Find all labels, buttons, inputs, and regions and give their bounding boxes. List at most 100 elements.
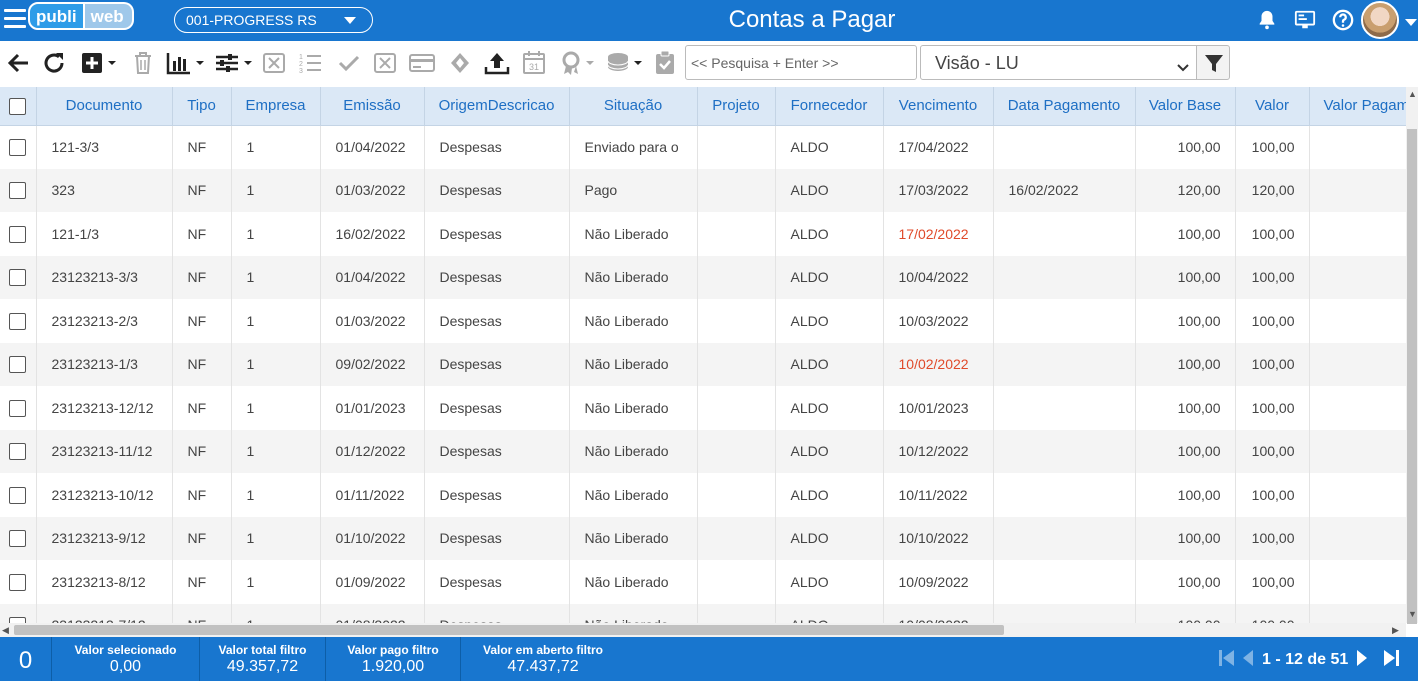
logo[interactable]: publi web [28, 2, 134, 34]
cell-valor-pagamento [1309, 386, 1406, 430]
cell-data-pagamento: 16/02/2022 [993, 168, 1136, 212]
prev-page-icon[interactable] [1242, 648, 1254, 673]
row-checkbox[interactable] [0, 473, 37, 517]
chart-icon[interactable] [166, 49, 208, 77]
upload-icon[interactable] [483, 49, 511, 77]
add-icon[interactable] [80, 49, 118, 77]
cell-documento: 23123213-3/3 [36, 255, 173, 299]
row-checkbox[interactable] [0, 125, 37, 169]
chevron-down-icon[interactable] [1405, 19, 1417, 26]
vision-select[interactable]: Visão - LU [920, 45, 1197, 80]
column-header[interactable]: Projeto [697, 87, 776, 126]
column-header[interactable]: Tipo [172, 87, 232, 126]
column-header[interactable]: Empresa [231, 87, 321, 126]
cell-vencimento: 10/01/2023 [883, 386, 994, 430]
column-header[interactable]: Vencimento [883, 87, 994, 126]
column-header[interactable]: Valor [1235, 87, 1310, 126]
scroll-down-icon[interactable]: ▼ [1408, 609, 1417, 619]
company-select[interactable]: 001-PROGRESS RS [174, 7, 373, 33]
table-row[interactable]: 23123213-8/12 NF 1 01/09/2022 Despesas Não Li… [0, 560, 1406, 604]
credit-card-icon[interactable] [408, 49, 436, 77]
table-row[interactable]: 23123213-11/12 NF 1 01/12/2022 Despesas Não L… [0, 429, 1406, 473]
cell-fornecedor: ALDO [775, 473, 884, 517]
cell-origem: Despesas [424, 299, 570, 343]
row-checkbox[interactable] [0, 212, 37, 256]
table-row[interactable]: 23123213-10/12 NF 1 01/11/2022 Despesas Não L… [0, 473, 1406, 517]
cell-emissao: 01/09/2022 [320, 560, 425, 604]
svg-text:1: 1 [299, 54, 303, 61]
table-row[interactable]: 23123213-2/3 NF 1 01/03/2022 Despesas Não Lib… [0, 299, 1406, 343]
row-checkbox[interactable] [0, 386, 37, 430]
column-header[interactable]: Valor Pagamento [1309, 87, 1406, 126]
bell-icon[interactable] [1256, 9, 1278, 31]
row-checkbox[interactable] [0, 560, 37, 604]
search-placeholder: << Pesquisa + Enter >> [691, 55, 839, 71]
row-checkbox[interactable] [0, 603, 37, 623]
check-icon[interactable] [337, 49, 361, 77]
cell-vencimento: 17/02/2022 [883, 212, 994, 256]
table-row[interactable]: 23123213-12/12 NF 1 01/01/2023 Despesas Não L… [0, 386, 1406, 430]
diamond-icon[interactable] [448, 49, 472, 77]
cell-documento: 23123213-11/12 [36, 429, 173, 473]
back-arrow-icon[interactable] [6, 49, 30, 77]
row-checkbox[interactable] [0, 516, 37, 560]
table-row[interactable]: 23123213-1/3 NF 1 09/02/2022 Despesas Não Lib… [0, 342, 1406, 386]
select-all-checkbox[interactable] [0, 87, 37, 126]
next-page-icon[interactable] [1356, 648, 1368, 673]
row-checkbox[interactable] [0, 429, 37, 473]
table-row[interactable]: 121-1/3 NF 1 16/02/2022 Despesas Não Liberado… [0, 212, 1406, 256]
row-checkbox[interactable] [0, 255, 37, 299]
row-checkbox[interactable] [0, 299, 37, 343]
menu-icon[interactable] [4, 9, 26, 29]
cell-tipo: NF [172, 125, 232, 169]
search-input[interactable]: << Pesquisa + Enter >> [685, 45, 917, 80]
cell-tipo: NF [172, 255, 232, 299]
table-row[interactable]: 23123213-9/12 NF 1 01/10/2022 Despesas Não Li… [0, 516, 1406, 560]
trash-icon[interactable] [133, 49, 153, 77]
clipboard-check-icon[interactable] [653, 49, 677, 77]
cell-projeto [697, 386, 776, 430]
filter-button[interactable] [1196, 45, 1230, 80]
column-header[interactable]: Documento [36, 87, 173, 126]
pagination-text: 1 - 12 de 51 [1262, 651, 1349, 668]
column-header[interactable]: Fornecedor [775, 87, 884, 126]
table-row[interactable]: 121-3/3 NF 1 01/04/2022 Despesas Enviado para… [0, 125, 1406, 169]
numbered-list-icon[interactable]: 123 [299, 49, 323, 77]
cell-situacao: Não Liberado [569, 299, 698, 343]
first-page-icon[interactable] [1218, 648, 1236, 673]
vertical-scrollbar[interactable]: ▲ ▼ [1406, 87, 1418, 624]
sliders-icon[interactable] [214, 49, 256, 77]
monitor-icon[interactable] [1294, 9, 1316, 31]
last-page-icon[interactable] [1382, 648, 1400, 673]
table-row[interactable]: 323 NF 1 01/03/2022 Despesas Pago ALDO 17/03/20… [0, 168, 1406, 212]
horizontal-scroll-thumb[interactable] [14, 625, 1004, 635]
table-row[interactable]: 23123213-3/3 NF 1 01/04/2022 Despesas Não Lib… [0, 255, 1406, 299]
column-header[interactable]: Valor Base [1135, 87, 1236, 126]
cell-tipo: NF [172, 516, 232, 560]
help-icon[interactable] [1332, 9, 1354, 31]
cell-projeto [697, 603, 776, 623]
calendar-icon[interactable]: 31 [522, 49, 546, 77]
coins-icon[interactable] [604, 49, 646, 77]
cell-tipo: NF [172, 386, 232, 430]
column-header[interactable]: OrigemDescricao [424, 87, 570, 126]
award-icon[interactable] [560, 49, 596, 77]
column-header[interactable]: Data Pagamento [993, 87, 1136, 126]
cell-valor-pagamento [1309, 125, 1406, 169]
scroll-left-icon[interactable]: ◀ [2, 625, 9, 636]
row-checkbox[interactable] [0, 342, 37, 386]
cancel-box-icon[interactable] [373, 49, 397, 77]
table-row[interactable]: 23123213-7/12NF101/08/2022DespesasNão Li… [0, 603, 1406, 623]
column-header[interactable]: Situação [569, 87, 698, 126]
top-bar: publi web 001-PROGRESS RS Contas a Pagar [0, 0, 1418, 41]
close-box-icon[interactable] [262, 49, 286, 77]
horizontal-scrollbar[interactable]: ◀ ▶ [0, 623, 1406, 637]
cell-vencimento: 17/04/2022 [883, 125, 994, 169]
vertical-scroll-thumb[interactable] [1407, 129, 1417, 624]
column-header[interactable]: Emissão [320, 87, 425, 126]
refresh-icon[interactable] [42, 49, 66, 77]
scroll-right-icon[interactable]: ▶ [1392, 625, 1399, 636]
scroll-up-icon[interactable]: ▲ [1408, 89, 1417, 99]
avatar[interactable] [1361, 1, 1399, 39]
row-checkbox[interactable] [0, 168, 37, 212]
